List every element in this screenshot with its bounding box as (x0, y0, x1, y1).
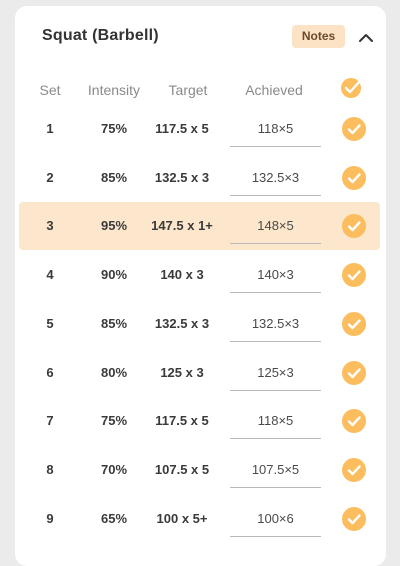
set-target: 147.5 x 1+ (151, 218, 213, 234)
achieved-input[interactable]: 100×6 (230, 501, 321, 537)
set-intensity: 90% (100, 267, 128, 283)
set-row: 9 65% 100 x 5+ 100×6 (15, 495, 386, 543)
column-header-set: Set (39, 82, 61, 98)
achieved-input[interactable]: 132.5×3 (230, 306, 321, 342)
set-complete-check-icon[interactable] (342, 457, 366, 482)
achieved-input[interactable]: 148×5 (230, 208, 321, 245)
set-number: 2 (46, 169, 54, 185)
achieved-input[interactable]: 125×3 (230, 355, 321, 391)
set-complete-check-icon[interactable] (342, 214, 366, 239)
chevron-up-icon[interactable] (356, 28, 376, 48)
set-intensity: 85% (100, 169, 128, 185)
set-number: 1 (46, 121, 54, 136)
exercise-card: Squat (Barbell) Notes Set Intensity Targ… (15, 6, 386, 566)
exercise-title: Squat (Barbell) (42, 27, 159, 44)
exercise-header[interactable]: Squat (Barbell) Notes (15, 6, 386, 68)
set-number: 9 (46, 510, 54, 526)
set-row: 5 85% 132.5 x 3 132.5×3 (15, 300, 386, 348)
set-number: 3 (46, 218, 54, 234)
set-complete-check-icon[interactable] (342, 117, 366, 141)
set-intensity: 95% (100, 218, 128, 234)
set-complete-check-icon[interactable] (342, 263, 366, 288)
set-number: 8 (46, 461, 54, 477)
set-target: 117.5 x 5 (155, 413, 209, 429)
set-complete-check-icon[interactable] (342, 506, 366, 531)
column-header-target: Target (168, 82, 208, 98)
set-row: 3 95% 147.5 x 1+ 148×5 (19, 202, 380, 251)
achieved-input[interactable]: 118×5 (230, 111, 321, 147)
set-complete-check-icon[interactable] (342, 360, 366, 385)
set-target: 125 x 3 (160, 364, 204, 380)
set-intensity: 70% (100, 461, 128, 477)
set-row: 7 75% 117.5 x 5 118×5 (15, 397, 386, 445)
set-complete-check-icon[interactable] (342, 311, 366, 336)
set-number: 4 (46, 267, 54, 283)
set-number: 5 (46, 315, 54, 331)
achieved-input[interactable]: 140×3 (230, 257, 321, 294)
set-complete-check-icon[interactable] (342, 165, 366, 190)
set-number: 6 (46, 364, 54, 380)
set-intensity: 75% (100, 413, 128, 429)
set-row: 2 85% 132.5 x 3 132.5×3 (15, 154, 386, 202)
column-header-achieved: Achieved (245, 82, 303, 98)
achieved-input[interactable]: 107.5×5 (230, 452, 321, 488)
set-target: 132.5 x 3 (154, 315, 210, 331)
column-header-intensity: Intensity (87, 82, 141, 98)
complete-all-check-icon[interactable] (339, 74, 365, 100)
set-intensity: 65% (100, 510, 128, 526)
set-target: 107.5 x 5 (154, 461, 210, 477)
set-row: 8 70% 107.5 x 5 107.5×5 (15, 446, 386, 494)
set-target: 100 x 5+ (156, 510, 208, 526)
set-target: 117.5 x 5 (155, 121, 209, 136)
set-number: 7 (46, 413, 54, 429)
set-intensity: 75% (100, 121, 128, 136)
achieved-input[interactable]: 132.5×3 (230, 160, 321, 196)
achieved-input[interactable]: 118×5 (230, 403, 321, 440)
set-row: 6 80% 125 x 3 125×3 (15, 349, 386, 397)
set-intensity: 85% (100, 315, 128, 331)
set-row: 4 90% 140 x 3 140×3 (15, 251, 386, 299)
set-complete-check-icon[interactable] (342, 409, 366, 434)
set-target: 132.5 x 3 (154, 169, 210, 185)
set-intensity: 80% (100, 364, 128, 380)
set-target: 140 x 3 (160, 267, 204, 283)
notes-button[interactable]: Notes (292, 25, 345, 48)
set-row: 1 75% 117.5 x 5 118×5 (15, 105, 386, 153)
